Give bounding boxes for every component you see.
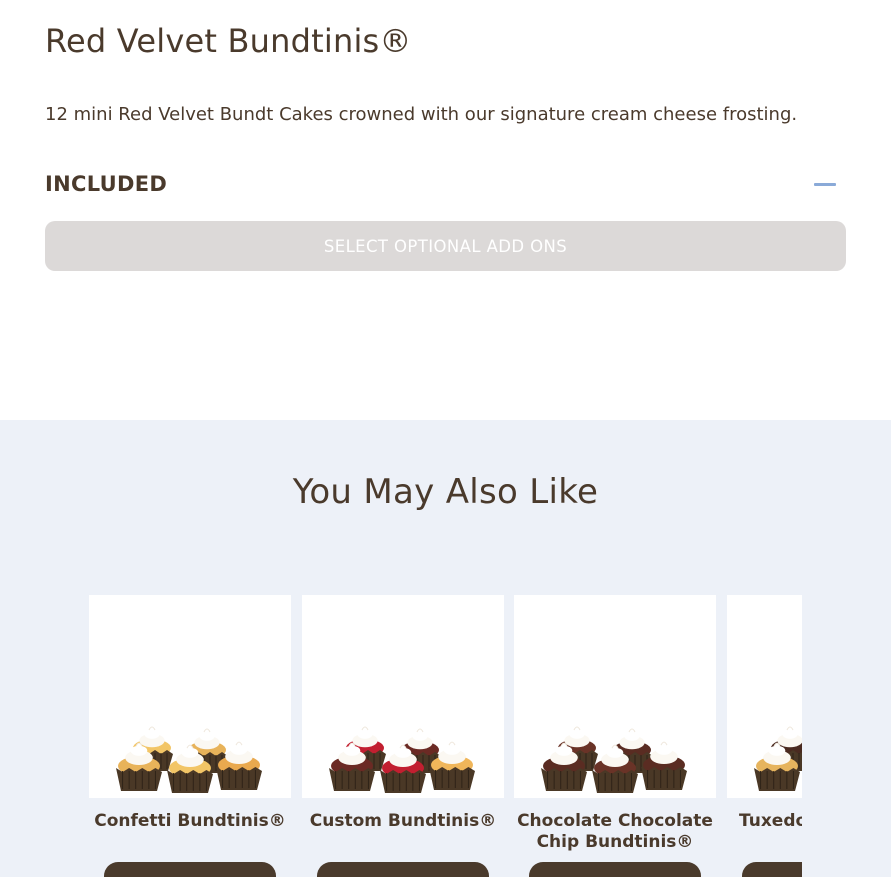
product-card[interactable]: Chocolate Chocolate Chip Bundtinis® (514, 595, 716, 877)
cake-group (541, 726, 687, 793)
bundtinis-image (754, 726, 802, 791)
cake-group (329, 726, 475, 793)
product-image[interactable] (727, 595, 802, 798)
product-description: 12 mini Red Velvet Bundt Cakes crowned w… (45, 104, 798, 125)
product-image[interactable] (89, 595, 291, 798)
product-card-button[interactable] (104, 862, 276, 877)
product-details: Red Velvet Bundtinis® 12 mini Red Velvet… (0, 0, 891, 420)
bundtinis-image (116, 726, 262, 793)
product-card[interactable]: Tuxedo (727, 595, 802, 877)
bundtinis-image (329, 726, 475, 793)
product-image[interactable] (302, 595, 504, 798)
product-card[interactable]: Custom Bundtinis® (302, 595, 504, 877)
cake-group (116, 726, 262, 793)
product-card-button[interactable] (529, 862, 701, 877)
product-carousel: Confetti Bundtinis® Custom Bundtinis® Ch… (89, 595, 802, 877)
product-title: Red Velvet Bundtinis® (45, 22, 412, 60)
included-label: INCLUDED (45, 172, 168, 196)
product-name[interactable]: Tuxedo (739, 811, 802, 832)
cake-group (754, 726, 802, 791)
minus-icon[interactable] (814, 174, 838, 194)
product-card-button[interactable] (317, 862, 489, 877)
product-image[interactable] (514, 595, 716, 798)
select-addons-button[interactable]: SELECT OPTIONAL ADD ONS (45, 221, 846, 271)
product-name[interactable]: Custom Bundtinis® (296, 811, 510, 832)
bundtinis-image (541, 726, 687, 793)
section-heading: You May Also Like (292, 472, 599, 512)
product-name[interactable]: Chocolate Chocolate Chip Bundtinis® (508, 811, 722, 853)
product-name[interactable]: Confetti Bundtinis® (89, 811, 297, 832)
product-card-button[interactable] (742, 862, 802, 877)
product-card[interactable]: Confetti Bundtinis® (89, 595, 291, 877)
you-may-also-like-section: You May Also Like Confetti Bundtinis® Cu… (0, 420, 891, 877)
included-accordion-header[interactable]: INCLUDED (45, 168, 846, 204)
